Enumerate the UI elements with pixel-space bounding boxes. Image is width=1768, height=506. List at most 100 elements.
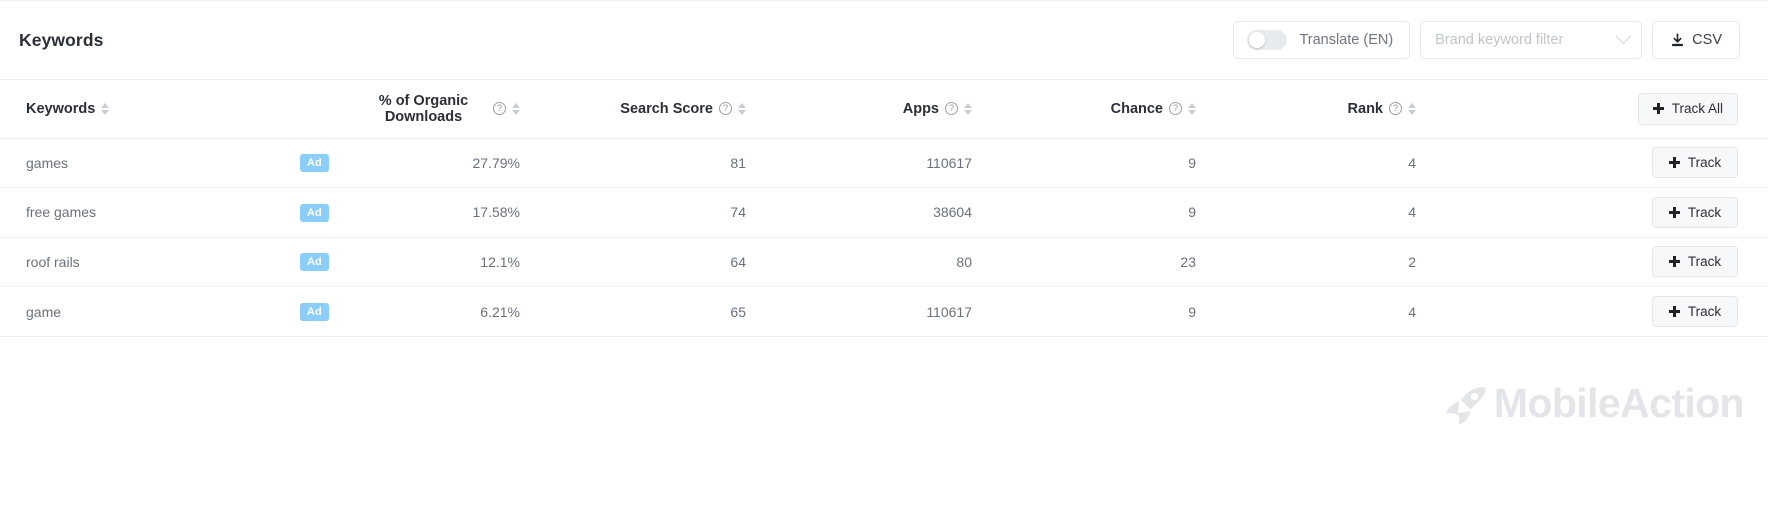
- plus-icon: [1668, 206, 1680, 218]
- cell-chance: 9: [1052, 187, 1282, 238]
- panel-toolbar: Keywords Translate (EN) Brand keyword fi…: [0, 1, 1768, 80]
- cell-track: Track: [1482, 237, 1768, 288]
- cell-rank: 4: [1282, 286, 1482, 337]
- track-all-label: Track All: [1671, 101, 1723, 117]
- translate-label: Translate (EN): [1299, 32, 1394, 48]
- cell-search-score: 65: [592, 286, 822, 337]
- toolbar-controls: Translate (EN) Brand keyword filter CSV: [1233, 21, 1740, 59]
- translate-switch[interactable]: [1247, 30, 1288, 50]
- cell-rank: 4: [1282, 187, 1482, 238]
- cell-ad: Ad: [300, 237, 360, 288]
- track-label: Track: [1687, 304, 1722, 320]
- sort-toggle-organic-downloads[interactable]: [512, 102, 520, 115]
- cell-apps: 110617: [822, 286, 1052, 337]
- track-label: Track: [1687, 204, 1722, 220]
- column-header-rank[interactable]: Rank ?: [1282, 80, 1482, 139]
- plus-icon: [1668, 157, 1680, 169]
- plus-icon: [1668, 306, 1680, 318]
- column-label-search-score: Search Score: [620, 100, 713, 117]
- table-row[interactable]: free games Ad 17.58% 74 38604 9 4 Track: [0, 187, 1768, 238]
- cell-search-score: 81: [592, 138, 822, 189]
- ad-badge: Ad: [300, 203, 329, 222]
- brand-keyword-filter-placeholder: Brand keyword filter: [1435, 32, 1564, 48]
- cell-organic-downloads: 17.58%: [360, 187, 592, 238]
- cell-apps: 80: [822, 237, 1052, 288]
- column-label-apps: Apps: [902, 100, 939, 117]
- help-icon-rank[interactable]: ?: [1389, 102, 1402, 116]
- translate-toggle[interactable]: Translate (EN): [1233, 21, 1411, 59]
- table-header-row: Keywords % of Organic Downloads ? Search…: [0, 80, 1768, 139]
- cell-keyword: roof rails: [0, 237, 300, 288]
- mobileaction-watermark: MobileAction: [1444, 380, 1745, 426]
- help-icon-search-score[interactable]: ?: [719, 102, 732, 116]
- cell-keyword: games: [0, 138, 300, 189]
- page-title: Keywords: [19, 29, 104, 50]
- sort-toggle-search-score[interactable]: [738, 102, 746, 115]
- watermark-text: MobileAction: [1493, 380, 1745, 426]
- sort-toggle-keywords[interactable]: [101, 102, 110, 115]
- column-header-track: Track All: [1482, 80, 1768, 139]
- cell-track: Track: [1482, 286, 1768, 337]
- ad-badge: Ad: [300, 253, 329, 272]
- table-body: games Ad 27.79% 81 110617 9 4 Track free games Ad…: [0, 138, 1768, 337]
- export-csv-label: CSV: [1692, 32, 1722, 48]
- track-button[interactable]: Track: [1652, 296, 1738, 328]
- rocket-icon: [1445, 386, 1486, 424]
- column-header-organic-downloads[interactable]: % of Organic Downloads ?: [360, 80, 592, 139]
- table-row[interactable]: roof rails Ad 12.1% 64 80 23 2 Track: [0, 237, 1768, 288]
- track-label: Track: [1687, 155, 1722, 171]
- switch-knob: [1249, 32, 1266, 48]
- ad-badge: Ad: [300, 154, 329, 173]
- help-icon-organic-downloads[interactable]: ?: [493, 102, 506, 116]
- column-header-chance[interactable]: Chance ?: [1052, 80, 1282, 139]
- cell-organic-downloads: 27.79%: [360, 138, 592, 189]
- export-csv-button[interactable]: CSV: [1652, 21, 1740, 59]
- cell-organic-downloads: 6.21%: [360, 286, 592, 337]
- cell-chance: 9: [1052, 138, 1282, 189]
- cell-track: Track: [1482, 187, 1768, 238]
- download-icon: [1672, 32, 1684, 46]
- cell-organic-downloads: 12.1%: [360, 237, 592, 288]
- cell-search-score: 64: [592, 237, 822, 288]
- track-label: Track: [1687, 254, 1722, 270]
- ad-badge: Ad: [300, 303, 329, 322]
- column-header-keywords[interactable]: Keywords: [0, 80, 300, 139]
- cell-rank: 4: [1282, 138, 1482, 189]
- cell-chance: 9: [1052, 286, 1282, 337]
- table-head: Keywords % of Organic Downloads ? Search…: [0, 80, 1768, 139]
- track-button[interactable]: Track: [1652, 246, 1738, 278]
- help-icon-apps[interactable]: ?: [945, 102, 958, 116]
- track-button[interactable]: Track: [1652, 147, 1738, 179]
- brand-keyword-filter-select[interactable]: Brand keyword filter: [1420, 21, 1643, 59]
- keywords-panel: Keywords Translate (EN) Brand keyword fi…: [0, 0, 1768, 506]
- track-button[interactable]: Track: [1652, 196, 1738, 228]
- column-header-search-score[interactable]: Search Score ?: [592, 80, 822, 139]
- table-row[interactable]: game Ad 6.21% 65 110617 9 4 Track: [0, 286, 1768, 337]
- cell-keyword: game: [0, 286, 300, 337]
- cell-keyword: free games: [0, 187, 300, 238]
- cell-apps: 38604: [822, 187, 1052, 238]
- track-all-button[interactable]: Track All: [1637, 92, 1738, 125]
- table-row[interactable]: games Ad 27.79% 81 110617 9 4 Track: [0, 138, 1768, 189]
- plus-icon: [1668, 256, 1680, 268]
- column-header-ad: [300, 80, 360, 139]
- cell-rank: 2: [1282, 237, 1482, 288]
- cell-search-score: 74: [592, 187, 822, 238]
- sort-toggle-rank[interactable]: [1408, 102, 1416, 115]
- column-label-chance: Chance: [1110, 100, 1163, 117]
- help-icon-chance[interactable]: ?: [1169, 102, 1182, 116]
- sort-toggle-apps[interactable]: [964, 102, 972, 115]
- sort-toggle-chance[interactable]: [1188, 102, 1196, 115]
- column-label-organic-downloads: % of Organic Downloads: [378, 92, 469, 125]
- cell-track: Track: [1482, 138, 1768, 189]
- column-header-apps[interactable]: Apps ?: [822, 80, 1052, 139]
- cell-chance: 23: [1052, 237, 1282, 288]
- cell-ad: Ad: [300, 286, 360, 337]
- plus-icon: [1652, 103, 1664, 115]
- column-label-keywords: Keywords: [26, 100, 96, 117]
- column-label-rank: Rank: [1347, 100, 1383, 117]
- cell-apps: 110617: [822, 138, 1052, 189]
- chevron-down-icon: [1615, 27, 1632, 44]
- keywords-table: Keywords % of Organic Downloads ? Search…: [0, 80, 1768, 337]
- cell-ad: Ad: [300, 138, 360, 189]
